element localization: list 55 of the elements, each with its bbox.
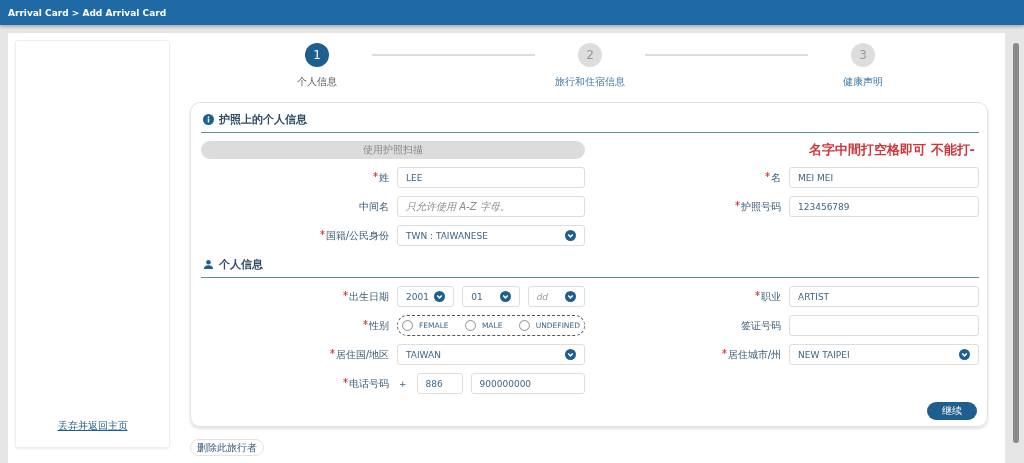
required-asterisk-icon [329,348,335,354]
breadcrumb: Arrival Card > Add Arrival Card [8,7,167,18]
chevron-down-icon [434,291,446,302]
field-label: 名 [771,170,781,185]
text-field[interactable]: 123456789 [789,196,979,217]
required-asterisk-icon [363,319,368,325]
section-title: 个人信息 [219,256,263,272]
field-label: 中间名 [359,199,389,214]
chevron-down-icon [565,291,576,302]
note-text: 名字中間打空格即可 不能打- [809,141,975,159]
field-label: 出生日期 [349,289,389,304]
chevron-down-icon [499,291,511,302]
text-field[interactable]: 只允许使用 A-Z 字母。 [397,196,585,217]
person-icon [203,258,214,270]
field-label: 性别 [369,318,389,333]
text-field[interactable]: MEI MEI [789,167,979,188]
required-asterisk-icon [755,290,760,296]
info-icon [203,113,214,125]
discard-link[interactable]: 丢弃并返回主页 [57,419,128,433]
field-label: 居住国/地区 [335,347,389,362]
dropdown[interactable]: NEW TAIPEI [789,344,979,365]
phone-number-field[interactable]: 900000000 [470,373,585,394]
field-label: 国籍/公民身份 [325,228,389,243]
field-label: 护照号码 [741,199,781,214]
text-field[interactable]: LEE [397,167,585,188]
step-label: 健康声明 [843,75,883,89]
chevron-down-icon [565,349,576,360]
required-asterisk-icon [319,229,325,235]
dropdown[interactable]: TWN : TAIWANESE [397,225,585,246]
step-label: 旅行和住宿信息 [555,75,625,89]
field-label: 电话号码 [349,376,389,391]
dropdown[interactable]: 01 [462,286,520,307]
text-field[interactable] [789,315,979,336]
dropdown[interactable]: TAIWAN [397,344,585,365]
section-title: 护照上的个人信息 [219,111,307,127]
step-number[interactable]: 1 [305,43,329,67]
required-asterisk-icon [721,348,727,354]
chevron-down-icon [565,230,576,241]
chevron-down-icon [959,349,970,360]
continue-button[interactable]: 继续 [927,402,977,420]
required-asterisk-icon [343,377,348,383]
step-label: 个人信息 [297,75,337,89]
required-asterisk-icon [765,171,770,177]
field-label: 居住城市/州 [727,347,781,362]
delete-traveler-button[interactable]: 删除此旅行者 [190,439,264,456]
required-asterisk-icon [373,171,378,177]
field-label: 职业 [761,289,781,304]
required-asterisk-icon [343,290,348,296]
text-field[interactable]: ARTIST [789,286,979,307]
dropdown[interactable]: 2001 [397,286,455,307]
country-code-field[interactable]: 886 [416,373,463,394]
plus-sign: + [399,378,407,389]
field-label: 姓 [379,170,389,185]
field-label: 签证号码 [741,318,781,333]
required-asterisk-icon [735,200,740,206]
